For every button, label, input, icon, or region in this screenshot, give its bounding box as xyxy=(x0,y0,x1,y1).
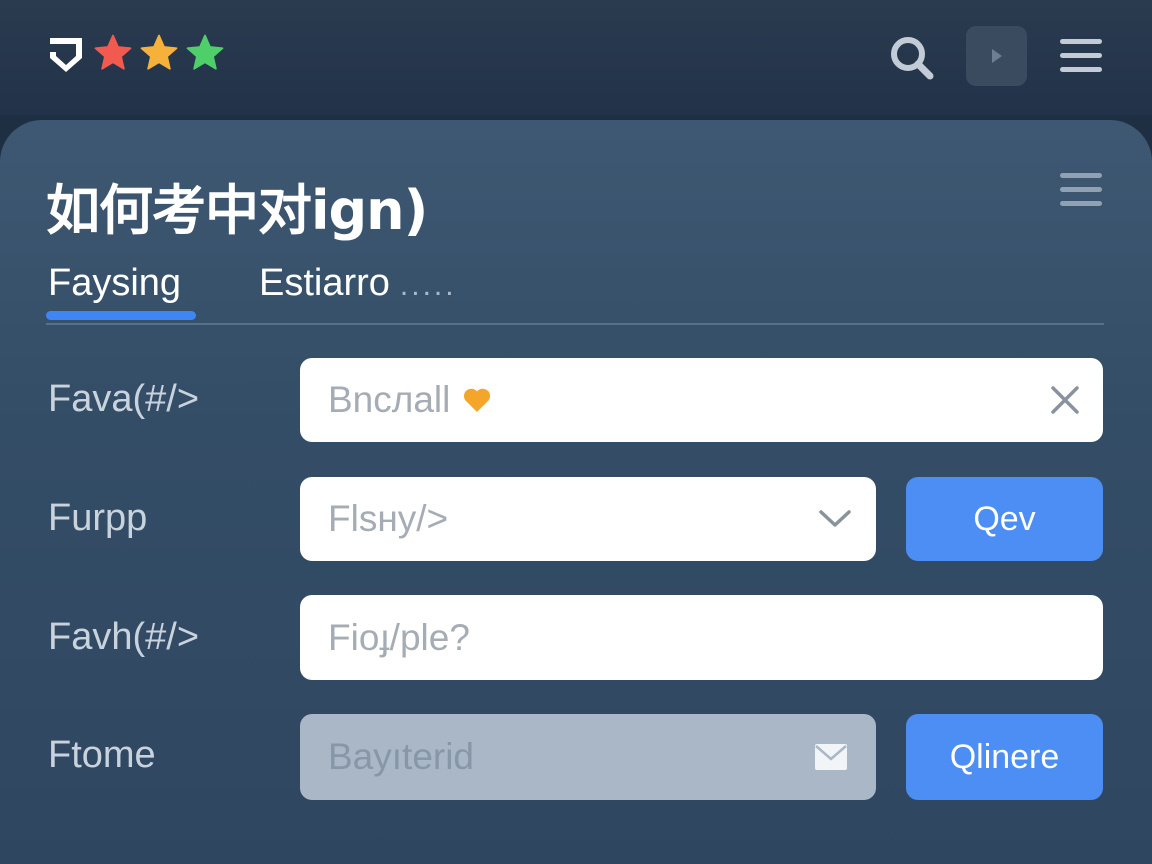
field-label: Ftome xyxy=(48,734,156,776)
top-bar xyxy=(0,0,1152,115)
tab-ellipsis: ..... xyxy=(399,269,457,302)
tab-label: Faysing xyxy=(48,262,182,304)
star-green-icon xyxy=(186,34,224,70)
main-card: 如何考中对ign) Faysing Estiarro..... Fava(#/>… xyxy=(0,120,1152,864)
tab-faysing[interactable]: Faysing xyxy=(48,262,181,305)
play-button[interactable] xyxy=(966,26,1027,86)
email-field-4[interactable]: Bayıterid xyxy=(300,714,876,800)
qlinere-button[interactable]: Qlinere xyxy=(906,714,1103,800)
tab-divider xyxy=(46,323,1104,325)
mail-icon xyxy=(815,744,847,770)
text-field-1[interactable]: Bncлall xyxy=(300,358,1103,442)
tab-label: Estiarro xyxy=(259,262,390,304)
star-yellow-icon xyxy=(140,34,178,70)
search-icon[interactable] xyxy=(886,32,936,82)
menu-icon[interactable] xyxy=(1058,36,1104,74)
qev-button[interactable]: Qev xyxy=(906,477,1103,561)
field-value: Bncлall xyxy=(328,379,451,420)
field-label: Favh(#/> xyxy=(48,616,200,658)
select-field-2[interactable]: Flsнy/> xyxy=(300,477,876,561)
star-red-icon xyxy=(94,34,132,70)
card-menu-icon[interactable] xyxy=(1058,170,1104,208)
mail-button xyxy=(814,743,848,771)
field-label: Furpp xyxy=(48,497,148,539)
heart-icon xyxy=(464,388,491,412)
tab-estiarro[interactable]: Estiarro..... xyxy=(259,262,457,305)
field-value: Fioɟ/ple? xyxy=(328,616,470,658)
page-title: 如何考中对ign) xyxy=(46,179,428,242)
clear-x-icon xyxy=(1051,386,1079,414)
text-field-3[interactable]: Fioɟ/ple? xyxy=(300,595,1103,680)
field-label: Fava(#/> xyxy=(48,378,200,420)
play-icon xyxy=(991,49,1002,63)
chevron-down-icon xyxy=(819,510,851,527)
field-value: Bayıterid xyxy=(328,736,475,777)
clear-button[interactable] xyxy=(1049,384,1081,416)
brand-logo-icon xyxy=(50,38,82,72)
active-tab-indicator xyxy=(46,311,196,320)
dropdown-toggle[interactable] xyxy=(818,509,852,529)
field-value: Flsнy/> xyxy=(328,498,449,539)
